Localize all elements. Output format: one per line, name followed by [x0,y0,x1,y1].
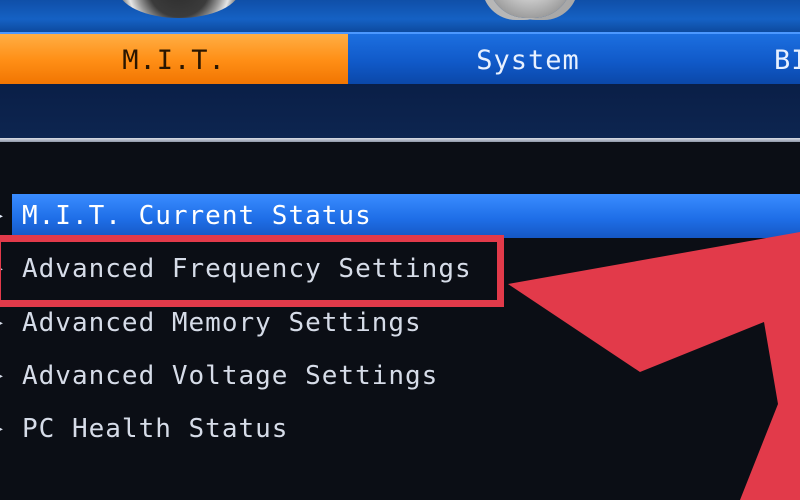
submenu-arrow-icon: ▸ [0,368,6,384]
tab-system[interactable]: System [348,34,708,86]
submenu-arrow-icon: ▸ [0,208,6,224]
menu-item-label: M.I.T. Current Status [22,201,372,231]
menu-item-label: Advanced Frequency Settings [22,254,472,284]
submenu-arrow-icon: ▸ [0,261,6,277]
menu-item-label: Advanced Voltage Settings [22,361,439,391]
menu-item-mit-current-status[interactable]: ▸ M.I.T. Current Status [0,194,800,238]
tab-bios[interactable]: BI [708,34,800,86]
menu-item-advanced-memory-settings[interactable]: ▸ Advanced Memory Settings [0,301,800,345]
menu-item-pc-health-status[interactable]: ▸ PC Health Status [0,407,800,451]
speedometer-icon[interactable] [118,0,240,18]
submenu-arrow-icon: ▸ [0,315,6,331]
top-icon-strip [0,0,800,32]
submenu-arrow-icon: ▸ [0,421,6,437]
menu-item-label: Advanced Memory Settings [22,308,422,338]
main-tab-bar: M.I.T. System BI [0,32,800,86]
menu-panel: ▸ M.I.T. Current Status ▸ Advanced Frequ… [0,142,800,500]
menu-item-label: PC Health Status [22,414,289,444]
subheader-bar [0,84,800,138]
menu-item-advanced-frequency-settings[interactable]: ▸ Advanced Frequency Settings [0,247,800,291]
gear-icon[interactable] [488,0,572,18]
menu-item-advanced-voltage-settings[interactable]: ▸ Advanced Voltage Settings [0,354,800,398]
tab-mit[interactable]: M.I.T. [0,34,348,86]
